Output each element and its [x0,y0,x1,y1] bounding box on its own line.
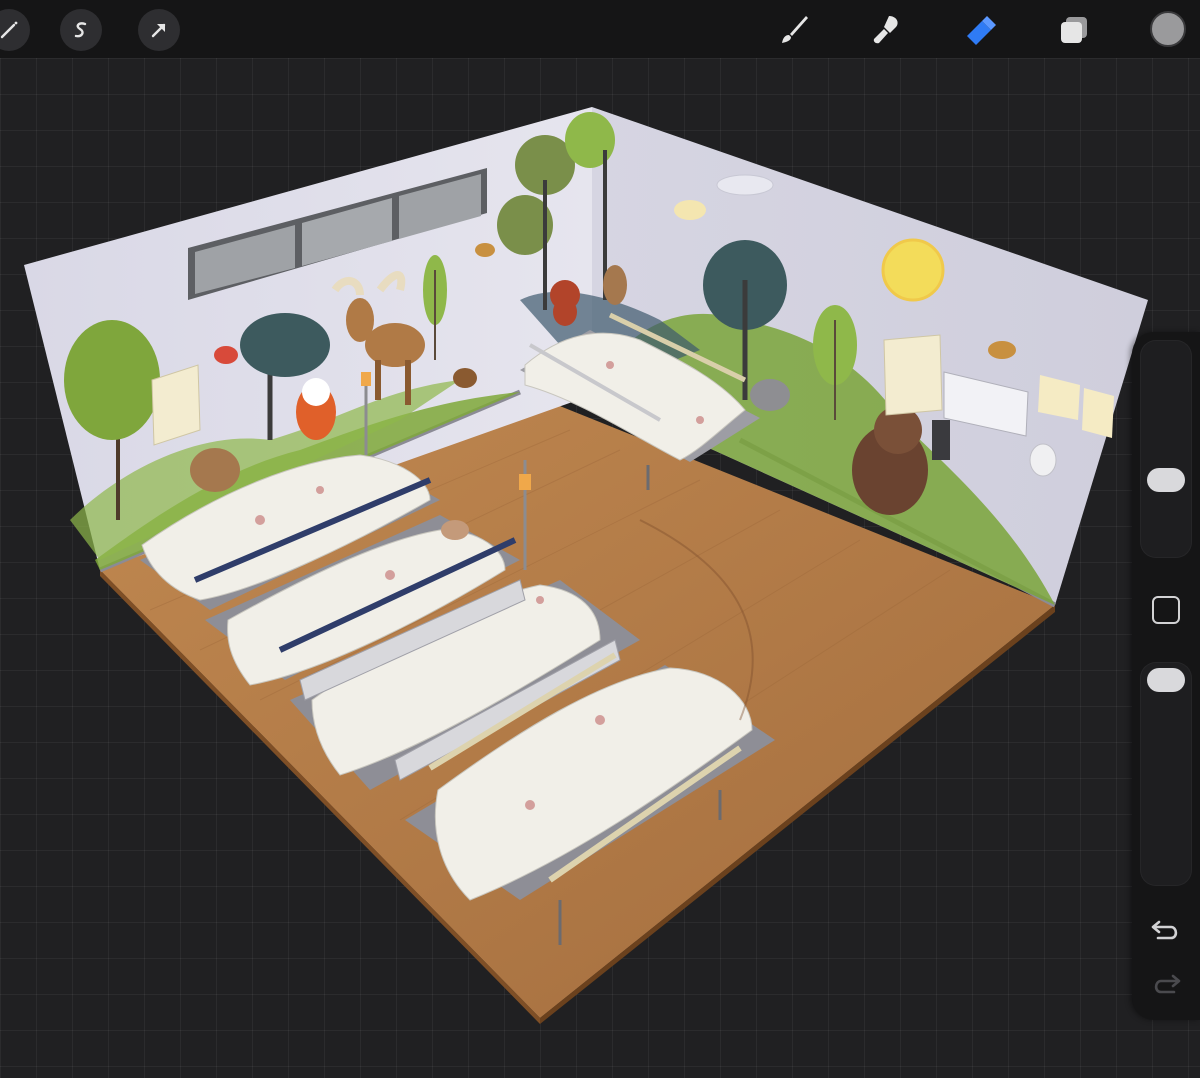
mural-sun [881,238,945,302]
brush-size-slider[interactable] [1140,340,1192,558]
modify-square-icon [1154,598,1155,599]
artwork-canvas[interactable] [0,0,1200,1078]
opacity-slider[interactable] [1140,662,1192,886]
brush-size-thumb[interactable] [1147,468,1185,492]
side-panel [1132,332,1200,1020]
redo-icon[interactable] [1150,970,1182,998]
undo-icon[interactable] [1150,916,1182,944]
modify-button[interactable] [1152,596,1180,624]
opacity-thumb[interactable] [1147,668,1185,692]
